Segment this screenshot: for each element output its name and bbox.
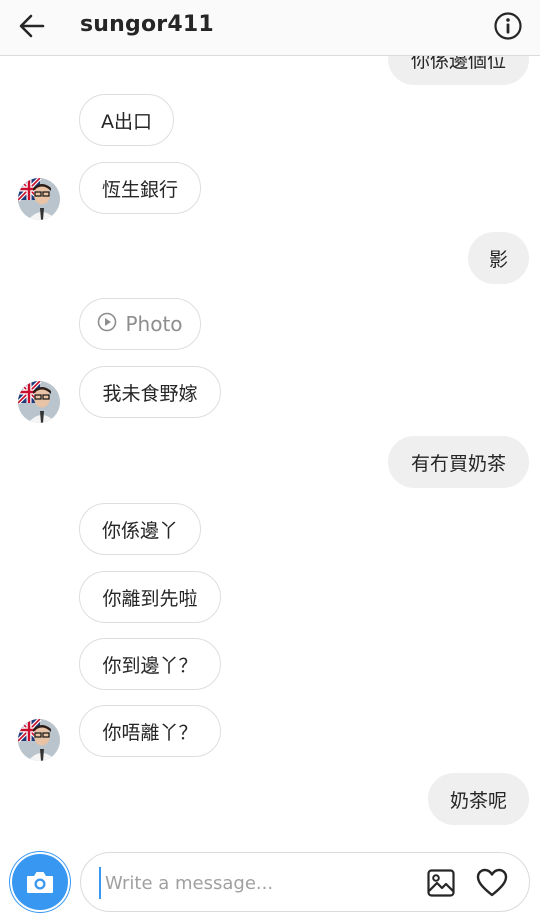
message-text: 你係邊丫 bbox=[101, 519, 178, 542]
message-bubble-incoming[interactable]: 恆生銀行 bbox=[79, 162, 201, 214]
photo-message-bubble[interactable]: Photo bbox=[79, 298, 201, 350]
like-button[interactable] bbox=[475, 866, 509, 900]
info-icon bbox=[494, 12, 522, 40]
message-text: 我未食野嫁 bbox=[102, 382, 198, 405]
message-text: 你離到先啦 bbox=[102, 587, 198, 610]
message-input[interactable] bbox=[99, 867, 399, 899]
message-text: A出口 bbox=[101, 110, 152, 133]
message-text: 你到邊丫？ bbox=[102, 654, 198, 677]
message-text: 奶茶呢 bbox=[449, 789, 507, 812]
avatar-image bbox=[18, 381, 60, 423]
play-circle-icon bbox=[97, 312, 117, 337]
message-text: 你唔離丫？ bbox=[102, 721, 198, 744]
message-text: 恆生銀行 bbox=[101, 178, 178, 201]
message-text: 影 bbox=[489, 248, 509, 271]
message-bubble-outgoing[interactable]: 奶茶呢 bbox=[428, 773, 529, 825]
message-bubble-incoming[interactable]: 你離到先啦 bbox=[79, 571, 221, 623]
page-title[interactable]: sungor411 bbox=[80, 12, 214, 37]
camera-icon bbox=[27, 872, 53, 893]
gallery-button[interactable] bbox=[425, 867, 457, 899]
chat-thread: 你係邊個位 A出口 恆生銀行 影 Photo 我未食野嫁 有冇買奶茶 你係邊丫 … bbox=[0, 0, 540, 923]
heart-icon bbox=[476, 868, 508, 897]
camera-button[interactable] bbox=[12, 854, 68, 910]
avatar[interactable] bbox=[18, 719, 60, 761]
message-bubble-incoming[interactable]: 你到邊丫？ bbox=[79, 638, 221, 690]
arrow-left-icon bbox=[19, 14, 45, 38]
avatar[interactable] bbox=[18, 381, 60, 423]
message-text: Photo bbox=[125, 312, 183, 336]
message-composer bbox=[80, 852, 530, 912]
chat-header: sungor411 bbox=[0, 0, 540, 56]
message-bubble-outgoing[interactable]: 影 bbox=[468, 232, 529, 284]
message-bubble-incoming[interactable]: A出口 bbox=[79, 94, 174, 146]
info-button[interactable] bbox=[492, 10, 524, 42]
message-text: 有冇買奶茶 bbox=[410, 452, 506, 475]
avatar-image bbox=[18, 178, 60, 220]
message-bubble-incoming[interactable]: 我未食野嫁 bbox=[79, 366, 221, 418]
image-icon bbox=[427, 869, 455, 897]
message-bubble-outgoing[interactable]: 有冇買奶茶 bbox=[388, 436, 529, 488]
avatar-image bbox=[18, 719, 60, 761]
message-bubble-incoming[interactable]: 你唔離丫？ bbox=[79, 705, 221, 757]
back-button[interactable] bbox=[16, 10, 48, 42]
avatar[interactable] bbox=[18, 178, 60, 220]
message-bubble-incoming[interactable]: 你係邊丫 bbox=[79, 503, 201, 555]
